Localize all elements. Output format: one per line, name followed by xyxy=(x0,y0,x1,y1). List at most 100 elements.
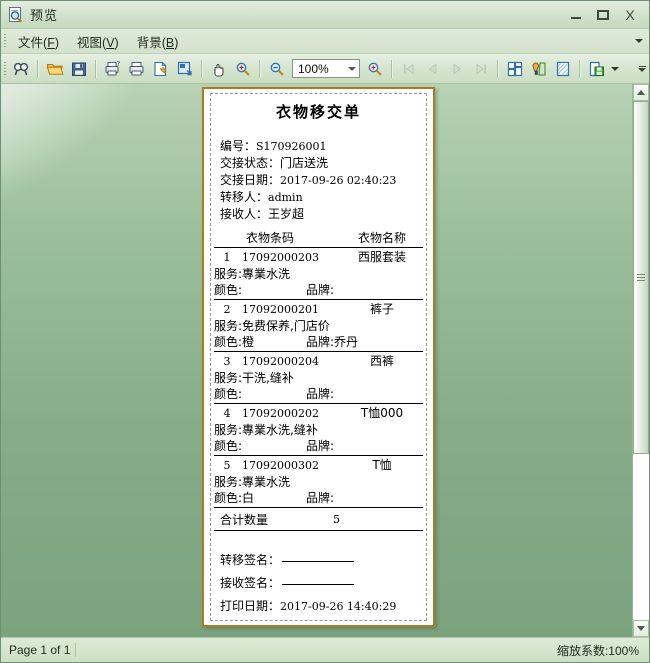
close-button[interactable]: X xyxy=(623,8,637,22)
row-color-value: 白 xyxy=(242,491,255,505)
row-color-brand: 颜色: 品牌: xyxy=(214,386,423,402)
toolbar-separator xyxy=(95,59,97,78)
maximize-button[interactable] xyxy=(596,8,610,22)
zoom-in-icon[interactable] xyxy=(231,57,255,81)
print-icon[interactable] xyxy=(125,57,149,81)
multi-page-icon[interactable] xyxy=(503,57,527,81)
row-brand-label: 品牌: xyxy=(306,491,335,505)
menubar-overflow-chevron-icon[interactable] xyxy=(635,39,643,43)
row-color-label: 颜色: xyxy=(214,283,243,297)
export-save-icon[interactable] xyxy=(585,57,609,81)
row-code: 17092000202 xyxy=(242,407,319,420)
signature-sender-label: 转移签名： xyxy=(220,553,281,567)
row-brand-label: 品牌: xyxy=(306,387,335,401)
preview-page[interactable]: 衣物移交单 编号：S170926001 交接状态：门店送洗 交接日期：2017-… xyxy=(202,87,435,627)
scrollbar-track[interactable] xyxy=(633,101,649,620)
row-name: 西裤 xyxy=(369,354,394,368)
row-color-brand: 颜色: 品牌: xyxy=(214,282,423,298)
next-page-icon[interactable] xyxy=(445,57,469,81)
background-color-icon[interactable] xyxy=(527,57,551,81)
row-color-label: 颜色: xyxy=(214,335,243,349)
meta-label-status: 交接状态： xyxy=(220,156,281,170)
zoom-level-value: 100% xyxy=(298,61,329,76)
triangle-up-icon xyxy=(637,90,645,95)
row-color: 颜色:白 xyxy=(214,490,306,506)
row-color-label: 颜色: xyxy=(214,491,243,505)
last-page-icon[interactable] xyxy=(469,57,493,81)
row-color: 颜色:橙 xyxy=(214,334,306,350)
triangle-down-icon xyxy=(637,626,645,631)
print-date-value: 2017-09-26 14:40:29 xyxy=(280,600,397,613)
toolbar-grip[interactable] xyxy=(1,54,9,83)
row-name: T恤 xyxy=(372,458,392,472)
watermark-icon[interactable] xyxy=(551,57,575,81)
row-index: 1 xyxy=(223,251,231,264)
table-row-main: 4 17092000202 T恤000 xyxy=(214,405,423,422)
row-index: 2 xyxy=(223,303,231,316)
row-code: 17092000302 xyxy=(242,459,319,472)
page-scroll-viewport: 衣物移交单 编号：S170926001 交接状态：门店送洗 交接日期：2017-… xyxy=(1,84,632,637)
row-code: 17092000204 xyxy=(242,355,319,368)
row-brand-label: 品牌: xyxy=(306,335,335,349)
row-service: 服务:專業水洗,缝补 xyxy=(214,423,318,437)
menubar-grip[interactable] xyxy=(1,29,9,53)
signature-sender-blank xyxy=(282,561,355,562)
export-dropdown-chevron-icon[interactable] xyxy=(609,57,620,81)
meta-row-sender: 转移人：admin xyxy=(220,189,423,206)
minimize-button[interactable] xyxy=(569,8,583,22)
column-header-code: 衣物条码 xyxy=(246,231,295,245)
menu-background[interactable]: 背景(B) xyxy=(128,29,188,54)
prev-page-icon[interactable] xyxy=(421,57,445,81)
scrollbar-thumb[interactable] xyxy=(633,101,649,454)
fit-page-icon[interactable] xyxy=(173,57,197,81)
zoom-out-icon[interactable] xyxy=(265,57,289,81)
menu-file[interactable]: 文件(F) xyxy=(9,29,68,54)
vertical-scrollbar[interactable] xyxy=(632,84,649,637)
open-folder-icon[interactable] xyxy=(43,57,67,81)
zoom-magnifier-icon[interactable] xyxy=(363,57,387,81)
row-index: 4 xyxy=(223,407,231,420)
print-date-row: 打印日期：2017-09-26 14:40:29 xyxy=(220,595,423,618)
row-brand: 品牌: xyxy=(306,282,423,298)
meta-value-receiver: 王岁超 xyxy=(268,207,305,221)
row-index: 3 xyxy=(223,355,231,368)
meta-value-date: 2017-09-26 02:40:23 xyxy=(280,174,397,187)
meta-row-date: 交接日期：2017-09-26 02:40:23 xyxy=(220,172,423,189)
total-label: 合计数量 xyxy=(220,513,269,527)
first-page-icon[interactable] xyxy=(397,57,421,81)
table-row: 5 17092000302 T恤 服务:專業水洗 颜色:白 品牌: xyxy=(214,456,423,508)
page-setup-icon[interactable] xyxy=(149,57,173,81)
toolbar-separator xyxy=(391,59,393,78)
title-bar: 预览 X xyxy=(1,1,649,29)
row-brand: 品牌: xyxy=(306,386,423,402)
meta-row-status: 交接状态：门店送洗 xyxy=(220,155,423,172)
chevron-down-icon[interactable] xyxy=(344,60,359,77)
table-row: 2 17092000201 裤子 服务:免费保养,门店价 颜色:橙 品牌:乔丹 xyxy=(214,300,423,352)
save-icon[interactable] xyxy=(67,57,91,81)
meta-label-date: 交接日期： xyxy=(220,173,281,187)
zoom-level-combobox[interactable]: 100% xyxy=(292,59,360,78)
table-row: 3 17092000204 西裤 服务:干洗,缝补 颜色: 品牌: xyxy=(214,352,423,404)
scroll-up-button[interactable] xyxy=(633,84,649,101)
print-setup-icon[interactable]: ? xyxy=(101,57,125,81)
scroll-down-button[interactable] xyxy=(633,620,649,637)
meta-row-receiver: 接收人：王岁超 xyxy=(220,206,423,223)
meta-value-sender: admin xyxy=(268,191,303,204)
row-service: 服务:專業水洗 xyxy=(214,475,291,489)
signature-receiver-blank xyxy=(282,584,355,585)
hand-pan-icon[interactable] xyxy=(207,57,231,81)
row-brand-label: 品牌: xyxy=(306,283,335,297)
row-name: 西服套装 xyxy=(357,250,406,264)
row-color: 颜色: xyxy=(214,282,306,298)
status-bar: Page 1 of 1 缩放系数:100% xyxy=(1,637,649,662)
row-service: 服务:專業水洗 xyxy=(214,267,291,281)
toolbar-separator xyxy=(579,59,581,78)
menu-view[interactable]: 视图(V) xyxy=(68,29,128,54)
find-icon[interactable] xyxy=(9,57,33,81)
row-name: T恤000 xyxy=(360,406,404,420)
meta-value-status: 门店送洗 xyxy=(280,156,329,170)
toolbar-overflow-button[interactable] xyxy=(638,65,646,72)
row-code: 17092000203 xyxy=(242,251,319,264)
row-color-brand: 颜色: 品牌: xyxy=(214,438,423,454)
row-color-value: 橙 xyxy=(242,335,255,349)
